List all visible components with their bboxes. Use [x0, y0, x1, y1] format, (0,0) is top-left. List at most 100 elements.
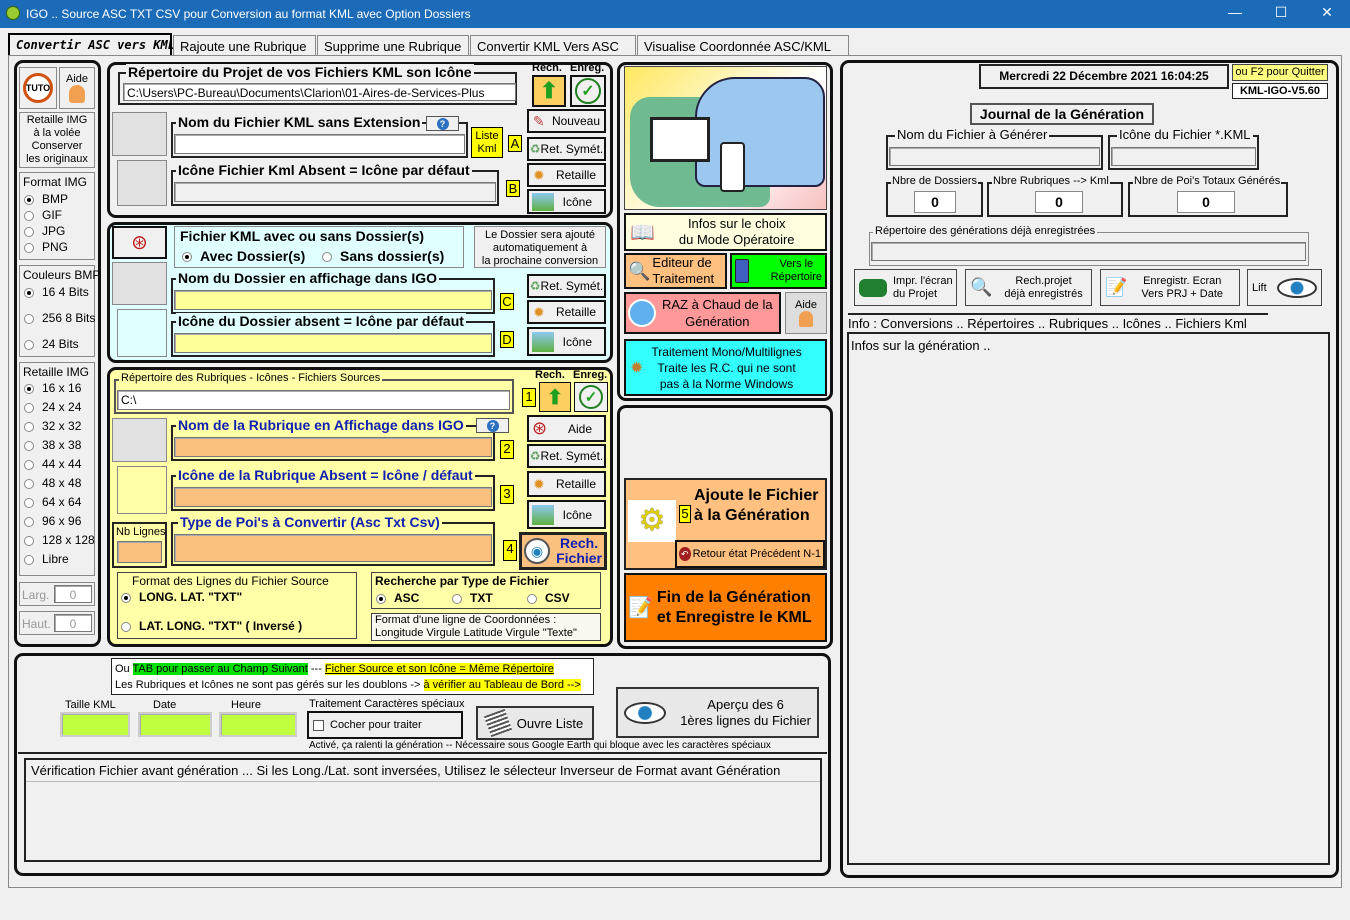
radio-size[interactable]: 128 x 128: [24, 533, 95, 547]
retour-etat-button[interactable]: ↶ Retour état Précédent N-1: [675, 540, 825, 568]
icone-button[interactable]: Icône: [527, 189, 606, 214]
rubriques-count-label: Nbre Rubriques --> Kml: [992, 175, 1110, 187]
kml-name-input[interactable]: [174, 134, 465, 154]
radio-lat-long[interactable]: LAT. LONG. "TXT" ( Inversé ): [121, 619, 302, 633]
radio-size-libre[interactable]: Libre: [24, 552, 69, 566]
help-button[interactable]: ?: [426, 116, 459, 131]
question-icon: ?: [436, 117, 449, 130]
radio-24bits[interactable]: 24 Bits: [24, 337, 79, 351]
ret-symet-button[interactable]: ♻ Ret. Symét.: [527, 137, 606, 161]
nouveau-button[interactable]: ✎ Nouveau: [527, 109, 606, 133]
radio-16-4bits[interactable]: 16 4 Bits: [24, 285, 89, 299]
dossier-help-button[interactable]: ⊛: [112, 226, 167, 259]
radio-size[interactable]: 32 x 32: [24, 419, 81, 433]
rubrique-dir-input[interactable]: C:\: [117, 390, 510, 410]
rubrique-aide-button[interactable]: ⊛ Aide: [527, 415, 606, 442]
radio-size[interactable]: 24 x 24: [24, 400, 81, 414]
rubrique-retaille-button[interactable]: ✹ Retaille: [527, 471, 606, 497]
tab-visualise-coordonnee[interactable]: Visualise Coordonnée ASC/KML: [637, 35, 849, 56]
aide-button[interactable]: Aide: [59, 67, 95, 109]
gears-icon: ⚙: [628, 500, 676, 542]
tab-convertir-asc-kml[interactable]: Convertir ASC vers KML: [8, 33, 175, 56]
nb-lignes-group: Nb Lignes: [112, 522, 167, 568]
tab-convertir-kml-asc[interactable]: Convertir KML Vers ASC: [470, 35, 636, 56]
radio-txt[interactable]: TXT: [452, 591, 493, 605]
fin-generation-button[interactable]: 📝 Fin de la Génération et Enregistre le K…: [624, 573, 827, 642]
format-img-group: Format IMG BMP GIF JPG PNG: [19, 172, 95, 260]
tuto-button[interactable]: TUTO: [19, 67, 57, 109]
printer-icon: [859, 278, 887, 297]
rech-fichier-button[interactable]: ◉ Rech. Fichier: [519, 532, 607, 570]
mono-multilignes-button[interactable]: ✹ Traitement Mono/Multilignes Traite les …: [624, 339, 827, 396]
radio-256-8bits[interactable]: 256 8 Bits: [24, 311, 95, 325]
enreg-project-button[interactable]: ✓: [570, 75, 606, 107]
infos-choix-button[interactable]: 📖 Infos sur le choix du Mode Opératoire: [624, 213, 827, 251]
project-dir-input[interactable]: C:\Users\PC-Bureau\Documents\Clarion\01-…: [123, 83, 516, 101]
radio-jpg[interactable]: JPG: [24, 224, 65, 238]
radio-size[interactable]: 96 x 96: [24, 514, 81, 528]
retaille-button[interactable]: ✹ Retaille: [527, 163, 606, 187]
info-textarea[interactable]: Infos sur la génération ..: [847, 332, 1330, 865]
dossier-ret-symet-button[interactable]: ♻ Ret. Symét.: [527, 274, 606, 298]
kml-icon-label: Icône Fichier Kml Absent = Icône par déf…: [176, 162, 472, 178]
minimize-button[interactable]: —: [1220, 4, 1250, 20]
radio-size[interactable]: 38 x 38: [24, 438, 81, 452]
larg-input[interactable]: 0: [54, 585, 92, 603]
rubrique-name-input[interactable]: [174, 437, 492, 457]
radio-avec-dossier[interactable]: Avec Dossier(s): [182, 248, 305, 264]
tab-supprime-rubrique[interactable]: Supprime une Rubrique: [317, 35, 469, 56]
dossier-name-input[interactable]: [174, 290, 492, 310]
dossier-icon-input[interactable]: [174, 333, 492, 353]
dossier-icone-button[interactable]: Icône: [527, 327, 606, 356]
tab-rajoute-rubrique[interactable]: Rajoute une Rubrique: [173, 35, 316, 56]
kml-icon-input[interactable]: [174, 182, 496, 202]
recycle-icon: ♻: [529, 142, 541, 156]
radio-asc[interactable]: ASC: [376, 591, 419, 605]
radio-size[interactable]: 44 x 44: [24, 457, 81, 471]
type-poi-input[interactable]: [174, 534, 492, 562]
rech-rubrique-button[interactable]: ⬆: [539, 382, 571, 412]
note-line: Retaille IMG: [26, 114, 88, 126]
radio-size[interactable]: 64 x 64: [24, 495, 81, 509]
radio-size[interactable]: 48 x 48: [24, 476, 81, 490]
rech-project-button[interactable]: ⬆: [532, 75, 566, 107]
radio-long-lat[interactable]: LONG. LAT. "TXT": [121, 590, 242, 604]
source-format-group: Format des Lignes du Fichier Source LONG…: [117, 572, 357, 639]
editeur-button[interactable]: 🔍 Editeur de Traitement: [624, 253, 727, 289]
radio-gif[interactable]: GIF: [24, 208, 62, 222]
rubrique-help-button[interactable]: ?: [476, 418, 509, 433]
impr-ecran-button[interactable]: Impr. l'écran du Projet: [854, 269, 957, 306]
radio-csv[interactable]: CSV: [527, 591, 570, 605]
enreg-ecran-button[interactable]: 📝 Enregistr. Ecran Vers PRJ + Date: [1100, 269, 1240, 306]
apercu-button[interactable]: Aperçu des 6 1ères lignes du Fichier: [616, 687, 819, 738]
radio-png[interactable]: PNG: [24, 240, 68, 254]
radio-sans-dossier[interactable]: Sans dossier(s): [322, 248, 444, 264]
rech-label: Rech.: [532, 62, 562, 74]
divider: [848, 313, 1268, 315]
special-chars-checkbox[interactable]: Cocher pour traiter: [307, 711, 463, 739]
raz-button[interactable]: RAZ à Chaud de la Génération: [624, 292, 781, 334]
book-icon: 📖: [630, 221, 655, 244]
dossier-retaille-button[interactable]: ✹ Retaille: [527, 300, 606, 324]
enreg-rubrique-button[interactable]: ✓: [574, 382, 608, 412]
rubrique-ret-symet-button[interactable]: ♻ Ret. Symét.: [527, 444, 606, 468]
haut-input[interactable]: 0: [54, 614, 92, 632]
checkbox-box[interactable]: [313, 719, 324, 731]
rech-projet-button[interactable]: 🔍 Rech.projet déjà enregistrés: [965, 269, 1092, 306]
close-button[interactable]: ✕: [1312, 4, 1342, 21]
ouvre-liste-button[interactable]: Ouvre Liste: [476, 706, 594, 740]
file-name-label: Nom du Fichier à Générer: [895, 127, 1050, 142]
tag-b: B: [506, 180, 520, 197]
rubrique-icone-button[interactable]: Icône: [527, 500, 606, 529]
lift-button[interactable]: Lift: [1247, 269, 1322, 306]
rubrique-icon-input[interactable]: [174, 487, 492, 507]
liste-kml-button[interactable]: Liste Kml: [471, 127, 503, 158]
arrow-up-icon: ⬆: [546, 386, 564, 409]
dossier-mode-group: Fichier KML avec ou sans Dossier(s) Avec…: [174, 226, 464, 268]
radio-size[interactable]: 16 x 16: [24, 381, 81, 395]
radio-bmp[interactable]: BMP: [24, 192, 68, 206]
vers-repertoire-button[interactable]: Vers le Répertoire: [730, 253, 827, 289]
notepad-icon: 📝: [1105, 277, 1128, 297]
maximize-button[interactable]: ☐: [1266, 4, 1296, 21]
middle-aide-button[interactable]: Aide: [785, 292, 827, 334]
